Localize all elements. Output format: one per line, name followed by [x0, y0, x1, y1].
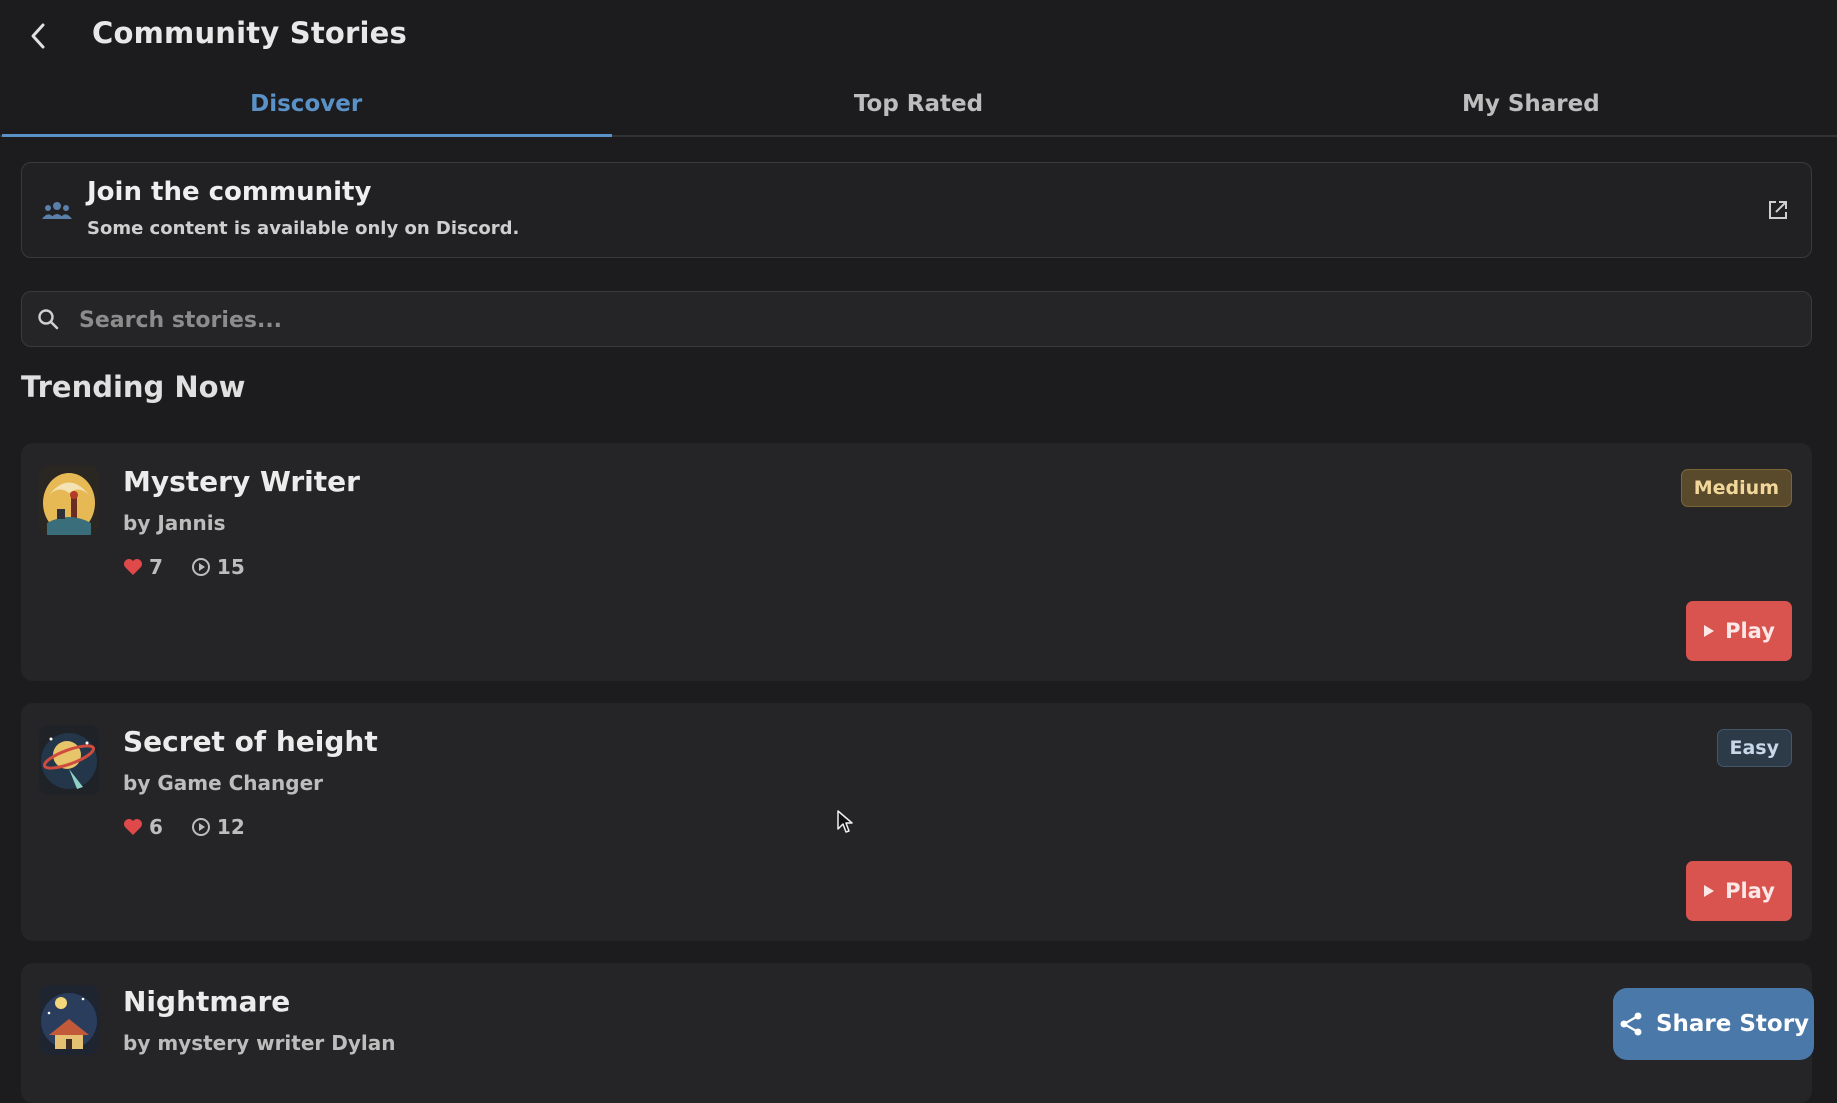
banner-subtitle: Some content is available only on Discor…: [87, 218, 520, 239]
mouse-cursor-icon: [837, 810, 853, 833]
play-icon: [1704, 625, 1715, 637]
share-icon: [1620, 1012, 1642, 1036]
chevron-left-icon: [31, 23, 45, 49]
tab-bar: Discover Top Rated My Shared: [0, 72, 1837, 137]
play-button[interactable]: Play: [1686, 861, 1792, 921]
play-icon: [1704, 885, 1715, 897]
play-count: 15: [216, 555, 245, 579]
banner-title: Join the community: [87, 177, 372, 207]
story-stats: 6 12: [123, 815, 245, 839]
story-avatar: [39, 725, 99, 795]
story-stats: 7 15: [123, 555, 245, 579]
story-author: by Game Changer: [123, 771, 323, 795]
play-button-label: Play: [1725, 879, 1775, 903]
difficulty-badge: Medium: [1680, 469, 1792, 507]
share-story-label: Share Story: [1655, 1011, 1810, 1037]
search-bar: [21, 291, 1812, 348]
story-avatar: [39, 465, 99, 535]
story-card[interactable]: Nightmare by mystery writer Dylan: [21, 963, 1812, 1103]
share-story-button[interactable]: Share Story: [1613, 988, 1814, 1060]
tab-discover[interactable]: Discover: [0, 72, 613, 137]
story-card[interactable]: Secret of height by Game Changer 6 12 Ea…: [21, 703, 1812, 941]
play-count: 12: [216, 815, 245, 839]
external-link-icon[interactable]: [1767, 199, 1789, 221]
like-count: 6: [149, 815, 163, 839]
play-circle-icon: [191, 558, 210, 576]
play-button-label: Play: [1725, 619, 1775, 643]
join-community-banner[interactable]: Join the community Some content is avail…: [21, 162, 1812, 258]
story-title: Mystery Writer: [123, 465, 360, 498]
tab-top-rated[interactable]: Top Rated: [612, 72, 1224, 135]
story-title: Secret of height: [123, 725, 378, 758]
page-title: Community Stories: [92, 16, 407, 50]
like-count: 7: [149, 555, 163, 579]
app-bar: Community Stories: [0, 0, 1837, 72]
story-title: Nightmare: [123, 985, 291, 1018]
story-avatar: [39, 985, 99, 1055]
story-author: by mystery writer Dylan: [123, 1031, 396, 1055]
story-author: by Jannis: [123, 511, 226, 535]
story-card[interactable]: Mystery Writer by Jannis 7 15 Medium Pla…: [21, 443, 1812, 681]
tab-my-shared[interactable]: My Shared: [1225, 72, 1837, 135]
people-icon: [42, 202, 72, 219]
search-icon: [38, 309, 59, 330]
section-title-trending: Trending Now: [21, 370, 246, 404]
difficulty-badge: Easy: [1716, 729, 1792, 767]
heart-icon: [124, 819, 142, 835]
back-button[interactable]: [22, 18, 54, 54]
search-input[interactable]: [77, 292, 1781, 348]
play-button[interactable]: Play: [1686, 601, 1792, 661]
play-circle-icon: [191, 818, 210, 836]
heart-icon: [124, 559, 142, 575]
